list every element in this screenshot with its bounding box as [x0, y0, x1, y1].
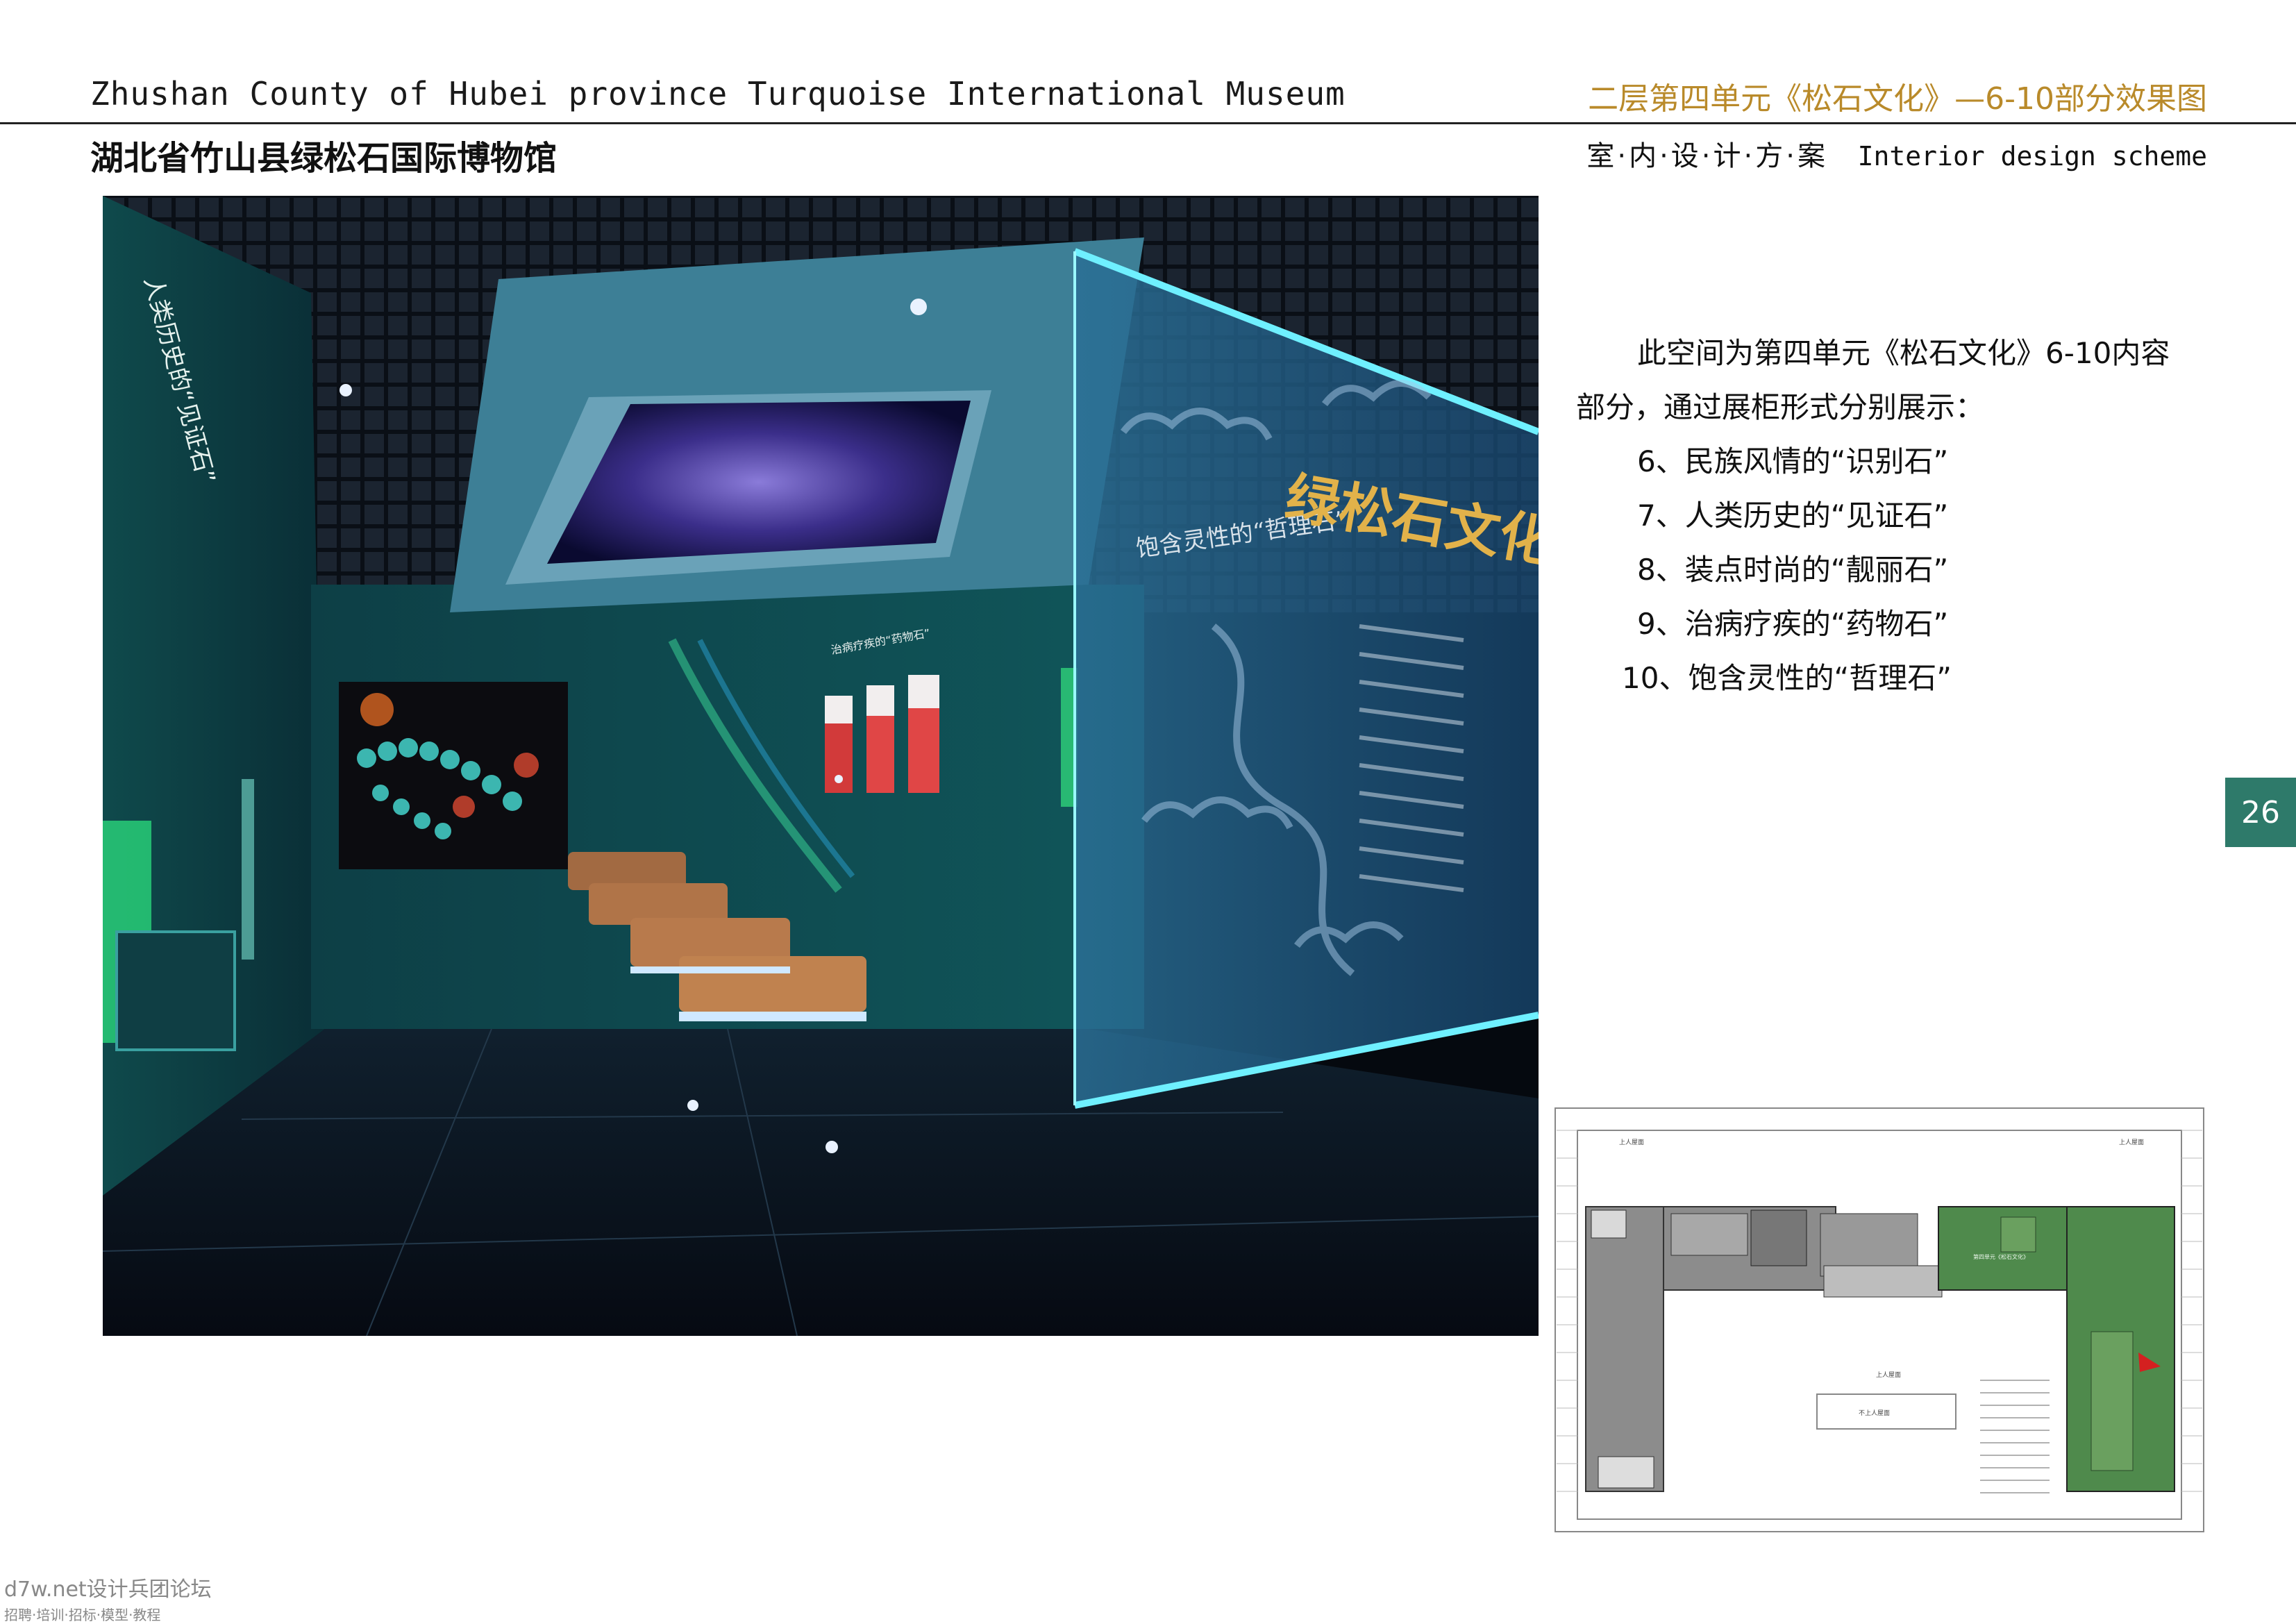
page-number-tab: 26 [2225, 778, 2296, 847]
museum-title-english: Zhushan County of Hubei province Turquoi… [90, 75, 1346, 112]
exhibit-list: 6、民族风情的“识别石” 7、人类历史的“见证石” 8、装点时尚的“靓丽石” 9… [1576, 435, 2187, 705]
exhibit-item: 7、人类历史的“见证石” [1637, 499, 1949, 533]
plan-grey-wing-left [1585, 1206, 1664, 1492]
exhibit-item: 8、装点时尚的“靓丽石” [1637, 553, 1949, 587]
exhibit-item: 9、治病疗疾的“药物石” [1637, 607, 1949, 641]
header-divider [0, 122, 2296, 124]
floor-plan: 上人屋面 上人屋面 第四单元《松石文化》 上人屋面 不上人屋面 [1550, 1103, 2209, 1540]
watermark-line-1: d7w.net设计兵团论坛 [4, 1577, 212, 1602]
watermark: d7w.net设计兵团论坛 招聘·培训·招标·模型·教程 [4, 1572, 212, 1624]
plan-label-roof-lower: 不上人屋面 [1859, 1409, 1890, 1417]
interior-rendering: 人类历史的“见证石” 治病疗疾的“药物石” 饱含灵性的“哲理石” 绿松石文化 [103, 196, 1539, 1336]
design-scheme-label: 室·内·设·计·方·案 Interior design scheme [1586, 133, 2207, 174]
section-title: 二层第四单元《松石文化》—6-10部分效果图 [1588, 81, 2207, 117]
museum-title-chinese: 湖北省竹山县绿松石国际博物馆 [90, 139, 558, 178]
exhibit-item: 6、民族风情的“识别石” [1637, 444, 1949, 478]
plan-unit-label: 第四单元《松石文化》 [1973, 1253, 2029, 1260]
plan-label-roof-right: 上人屋面 [2119, 1139, 2144, 1146]
scheme-label-chinese: 室·内·设·计·方·案 [1586, 140, 1828, 172]
description-intro: 此空间为第四单元《松石文化》6-10内容部分，通过展柜形式分别展示： [1576, 336, 2170, 424]
scheme-label-english: Interior design scheme [1857, 141, 2207, 171]
polished-floor [103, 1029, 1539, 1336]
exhibit-item: 10、饱含灵性的“哲理石” [1622, 661, 1952, 695]
plan-label-roof-center: 上人屋面 [1876, 1371, 1901, 1379]
watermark-line-2: 招聘·培训·招标·模型·教程 [4, 1607, 161, 1623]
unit-description: 此空间为第四单元《松石文化》6-10内容部分，通过展柜形式分别展示： 6、民族风… [1576, 326, 2187, 705]
plan-label-roof-left: 上人屋面 [1619, 1139, 1644, 1146]
